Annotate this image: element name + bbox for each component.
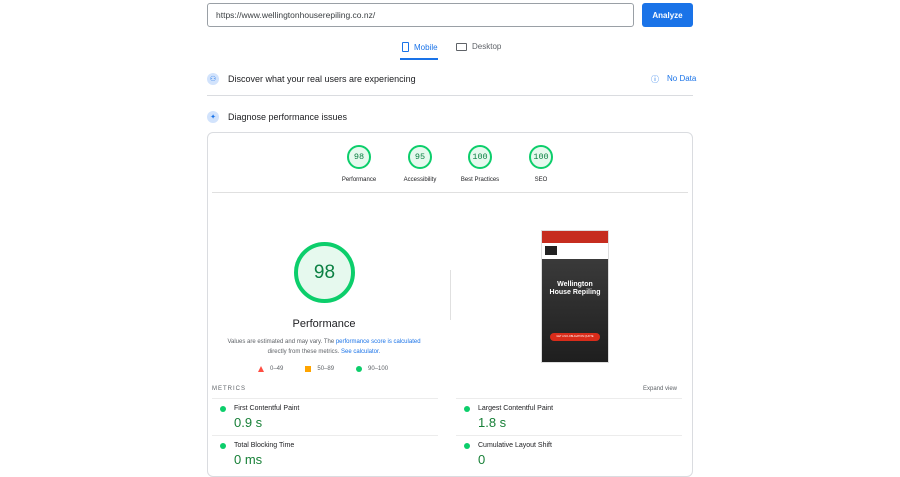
preview-logo — [545, 246, 557, 255]
legend-label: 90–100 — [368, 366, 389, 372]
metric-name: Cumulative Layout Shift — [478, 442, 552, 449]
square-icon — [305, 366, 312, 372]
score-label: SEO — [534, 177, 548, 183]
tab-label: Desktop — [472, 42, 502, 51]
score-best-practices[interactable]: 100 Best Practices — [450, 145, 510, 183]
metric-value: 0.9 s — [234, 415, 263, 430]
status-text: No Data — [667, 74, 697, 83]
score-legend: 0–49 50–89 90–100 — [258, 366, 388, 372]
page-screenshot: Wellington House Repiling GET A NO-OBLIG… — [541, 230, 609, 363]
lab-data-section: ✦ Diagnose performance issues — [207, 111, 347, 123]
metric-name: Total Blocking Time — [234, 442, 295, 449]
score-accessibility[interactable]: 95 Accessibility — [390, 145, 450, 183]
metric-value: 0 ms — [234, 452, 263, 467]
mobile-icon — [402, 42, 409, 52]
divider — [450, 270, 451, 320]
no-data-status[interactable]: ⓘ No Data — [651, 74, 696, 85]
analyze-button[interactable]: Analyze — [642, 3, 693, 27]
score-label: Accessibility — [403, 177, 437, 183]
good-dot-icon — [464, 405, 470, 412]
calculator-link[interactable]: See calculator. — [341, 349, 380, 355]
divider — [212, 192, 688, 193]
tab-label: Mobile — [414, 42, 438, 52]
preview-header — [542, 243, 608, 259]
note-text: Values are estimated and may vary. The — [227, 339, 336, 345]
score-note: Values are estimated and may vary. The p… — [226, 337, 422, 357]
score-label: Performance — [341, 177, 377, 183]
tab-mobile[interactable]: Mobile — [402, 42, 438, 52]
metric-value: 0 — [478, 452, 486, 467]
preview-cta: GET A NO-OBLIGATION QUOTE — [550, 333, 600, 341]
active-tab-indicator — [400, 58, 438, 60]
score-gauge: 100 — [529, 145, 553, 169]
metric-fcp: First Contentful Paint 0.9 s — [212, 398, 438, 430]
score-performance[interactable]: 98 Performance — [329, 145, 389, 183]
score-label: Best Practices — [460, 177, 500, 183]
preview-hero: Wellington House Repiling GET A NO-OBLIG… — [542, 259, 608, 362]
preview-topbar — [542, 231, 608, 243]
legend-label: 50–89 — [317, 366, 335, 372]
metric-tbt: Total Blocking Time 0 ms — [212, 435, 438, 467]
users-icon: ⚇ — [207, 73, 219, 85]
score-gauge: 100 — [468, 145, 492, 169]
note-text: directly from these metrics. — [267, 349, 341, 355]
score-gauge: 95 — [408, 145, 432, 169]
field-data-section: ⚇ Discover what your real users are exper… — [207, 73, 416, 85]
legend-label: 0–49 — [270, 366, 284, 372]
metric-lcp: Largest Contentful Paint 1.8 s — [456, 398, 682, 430]
expand-view-button[interactable]: Expand view — [643, 386, 677, 392]
performance-score-link[interactable]: performance score is calculated — [336, 339, 421, 345]
info-icon: ⓘ — [651, 75, 659, 84]
performance-label: Performance — [292, 318, 356, 330]
good-dot-icon — [220, 405, 226, 412]
url-input[interactable]: https://www.wellingtonhouserepiling.co.n… — [207, 3, 634, 27]
score-seo[interactable]: 100 SEO — [511, 145, 571, 183]
triangle-icon — [258, 366, 264, 372]
metric-cls: Cumulative Layout Shift 0 — [456, 435, 682, 467]
performance-gauge: 98 — [294, 242, 355, 303]
good-dot-icon — [220, 442, 226, 449]
metric-value: 1.8 s — [478, 415, 507, 430]
divider — [207, 95, 693, 96]
metric-name: First Contentful Paint — [234, 405, 300, 412]
section-title: Diagnose performance issues — [228, 112, 348, 122]
section-title: Discover what your real users are experi… — [228, 74, 416, 84]
diagnose-icon: ✦ — [207, 111, 219, 123]
tab-desktop[interactable]: Desktop — [456, 42, 501, 51]
score-gauge: 98 — [347, 145, 371, 169]
desktop-icon — [456, 42, 467, 51]
circle-icon — [356, 366, 363, 372]
good-dot-icon — [464, 442, 470, 449]
metrics-heading: METRICS — [212, 386, 246, 392]
metric-name: Largest Contentful Paint — [478, 405, 554, 412]
preview-title: Wellington House Repiling — [549, 281, 601, 296]
